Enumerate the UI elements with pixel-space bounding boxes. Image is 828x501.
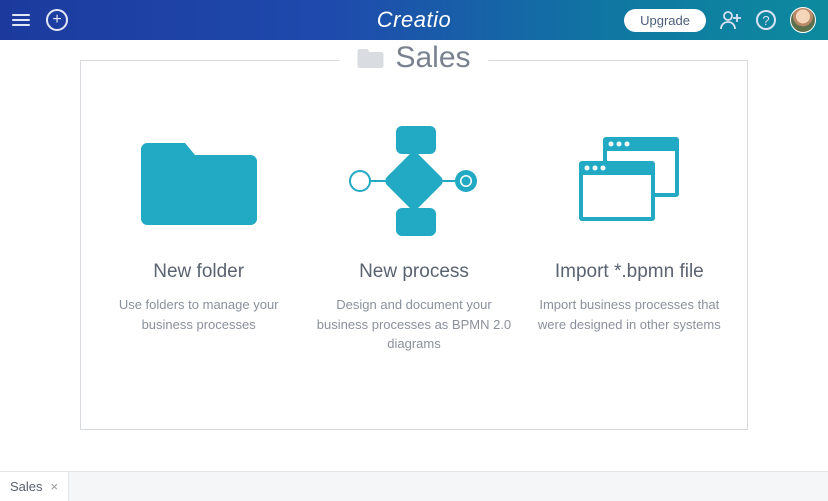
folder-icon <box>357 47 383 69</box>
help-icon[interactable]: ? <box>756 10 776 30</box>
panel-title: Sales <box>339 41 488 75</box>
import-bpmn-card[interactable]: Import *.bpmn file Import business proce… <box>532 121 727 354</box>
add-icon[interactable]: + <box>46 9 68 31</box>
card-title: Import *.bpmn file <box>532 261 727 283</box>
card-description: Design and document your business proces… <box>316 295 511 354</box>
add-user-icon[interactable] <box>720 10 742 30</box>
close-icon[interactable]: × <box>51 479 59 494</box>
card-title: New folder <box>101 261 296 283</box>
new-process-card[interactable]: New process Design and document your bus… <box>316 121 511 354</box>
main-panel: Sales New folder Use folders to manage y… <box>80 60 748 430</box>
folder-large-icon <box>101 121 296 241</box>
user-avatar[interactable] <box>790 7 816 33</box>
top-navigation-bar: + Creatio Upgrade ? <box>0 0 828 40</box>
tab-sales[interactable]: Sales × <box>0 472 69 501</box>
windows-icon <box>532 121 727 241</box>
tab-label: Sales <box>10 479 43 494</box>
hamburger-menu-icon[interactable] <box>12 11 30 29</box>
card-description: Import business processes that were desi… <box>532 295 727 334</box>
bottom-tab-bar: Sales × <box>0 471 828 501</box>
app-logo: Creatio <box>377 7 451 33</box>
new-folder-card[interactable]: New folder Use folders to manage your bu… <box>101 121 296 354</box>
bpmn-diagram-icon <box>316 121 511 241</box>
upgrade-button[interactable]: Upgrade <box>624 9 706 32</box>
card-description: Use folders to manage your business proc… <box>101 295 296 334</box>
card-title: New process <box>316 261 511 283</box>
page-title: Sales <box>395 41 470 75</box>
